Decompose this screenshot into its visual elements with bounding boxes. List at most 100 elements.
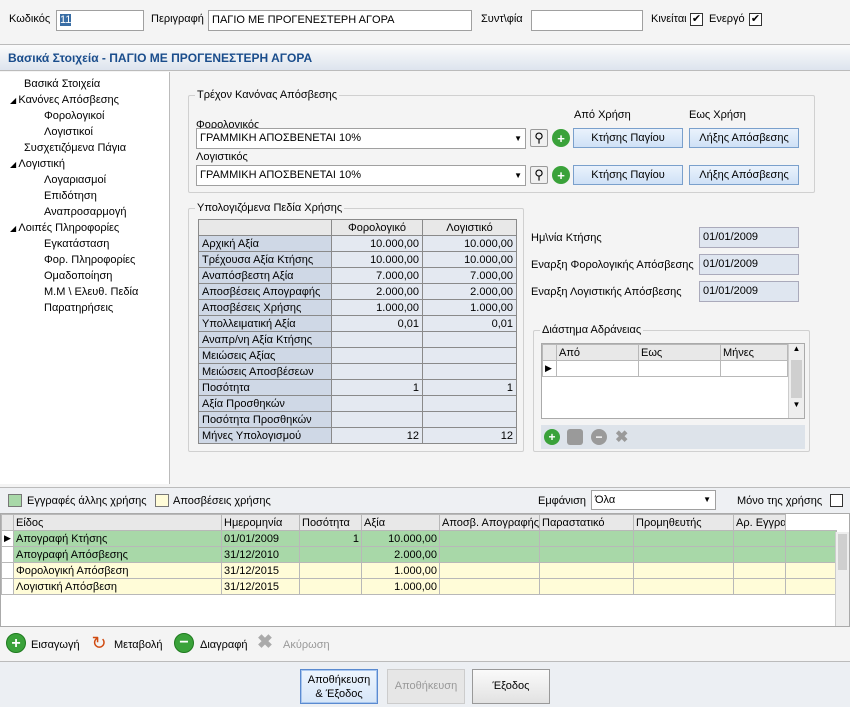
table-cell[interactable] bbox=[299, 578, 362, 595]
table-cell[interactable]: 10.000,00 bbox=[361, 530, 440, 547]
save-button[interactable]: Αποθήκευση bbox=[387, 669, 465, 704]
table-cell[interactable]: 31/12/2015 bbox=[221, 562, 300, 579]
calc-cell[interactable]: 10.000,00 bbox=[331, 235, 423, 252]
calc-cell[interactable]: 2.000,00 bbox=[422, 283, 517, 300]
calc-cell[interactable]: 1.000,00 bbox=[422, 299, 517, 316]
tree-item[interactable]: ◢ Λοιπές Πληροφορίες bbox=[0, 220, 169, 236]
tree-item[interactable]: ◢ Λογιστική bbox=[0, 156, 169, 172]
calc-cell[interactable]: 7.000,00 bbox=[331, 267, 423, 284]
table-cell[interactable] bbox=[633, 530, 734, 547]
calc-cell[interactable]: 10.000,00 bbox=[331, 251, 423, 268]
table-row[interactable]: Φορολογική Απόσβεση 31/12/2015 1.000,00 bbox=[1, 562, 837, 579]
table-cell[interactable] bbox=[733, 530, 786, 547]
calc-cell[interactable]: 7.000,00 bbox=[422, 267, 517, 284]
table-cell[interactable] bbox=[439, 578, 540, 595]
calc-cell[interactable]: 12 bbox=[331, 427, 423, 444]
cancel-button[interactable]: Ακύρωση bbox=[283, 639, 330, 651]
show-select[interactable]: Όλα ▼ bbox=[591, 490, 716, 510]
table-row[interactable]: Απογραφή Απόσβεσης 31/12/2010 2.000,00 bbox=[1, 546, 837, 563]
idle-col-months[interactable]: Μήνες bbox=[720, 344, 788, 361]
calc-cell[interactable]: 10.000,00 bbox=[422, 251, 517, 268]
tree-item[interactable]: ◢ Κανόνες Απόσβεσης bbox=[0, 92, 169, 108]
table-cell[interactable]: 1.000,00 bbox=[361, 578, 440, 595]
search-icon[interactable]: ⚲ bbox=[530, 166, 548, 184]
tree-item[interactable]: Μ.Μ \ Ελευθ. Πεδία bbox=[0, 284, 169, 300]
calc-cell[interactable]: 1 bbox=[331, 379, 423, 396]
calc-cell[interactable]: 1.000,00 bbox=[331, 299, 423, 316]
grid-col[interactable]: Προμηθευτής bbox=[633, 514, 734, 531]
table-cell[interactable]: 31/12/2010 bbox=[221, 546, 300, 563]
calc-cell[interactable] bbox=[331, 331, 423, 348]
grid-col[interactable]: Αξία bbox=[361, 514, 440, 531]
acc-rule-select[interactable]: ΓΡΑΜΜΙΚΗ ΑΠΟΣΒΕΝΕΤΑΙ 10% ▼ bbox=[196, 165, 526, 186]
tree-item[interactable]: Εγκατάσταση bbox=[0, 236, 169, 252]
tree-item[interactable]: Ομαδοποίηση bbox=[0, 268, 169, 284]
table-cell[interactable] bbox=[439, 562, 540, 579]
tree-item[interactable]: Λογαριασμοί bbox=[0, 172, 169, 188]
table-cell[interactable] bbox=[733, 578, 786, 595]
calc-cell[interactable] bbox=[331, 411, 423, 428]
add-icon[interactable]: + bbox=[552, 166, 570, 184]
edit-icon[interactable] bbox=[567, 429, 583, 445]
tree-item[interactable]: Βασικά Στοιχεία bbox=[0, 76, 169, 92]
idle-col-to[interactable]: Εως bbox=[638, 344, 721, 361]
tree-item[interactable]: Συσχετιζόμενα Πάγια bbox=[0, 140, 169, 156]
table-cell[interactable] bbox=[539, 578, 634, 595]
acc-start-field[interactable]: 01/01/2009 bbox=[699, 281, 799, 302]
table-row[interactable]: ▶ Απογραφή Κτήσης 01/01/2009 1 10.000,00 bbox=[1, 530, 837, 547]
change-icon[interactable]: ↻ bbox=[88, 633, 110, 653]
delete-icon[interactable]: − bbox=[174, 633, 194, 653]
calc-cell[interactable] bbox=[422, 395, 517, 412]
tax-start-field[interactable]: 01/01/2009 bbox=[699, 254, 799, 275]
tree-item[interactable]: Αναπροσαρμογή bbox=[0, 204, 169, 220]
search-icon[interactable]: ⚲ bbox=[530, 129, 548, 147]
only-year-checkbox[interactable] bbox=[830, 494, 843, 507]
table-cell[interactable] bbox=[733, 546, 786, 563]
table-cell[interactable] bbox=[539, 530, 634, 547]
table-cell[interactable]: 01/01/2009 bbox=[221, 530, 300, 547]
table-cell[interactable] bbox=[633, 562, 734, 579]
cancel-icon[interactable]: ✖ bbox=[615, 427, 628, 447]
calc-cell[interactable] bbox=[422, 331, 517, 348]
table-cell[interactable] bbox=[633, 578, 734, 595]
table-cell[interactable] bbox=[539, 562, 634, 579]
table-cell[interactable] bbox=[299, 562, 362, 579]
table-cell[interactable]: Απογραφή Κτήσης bbox=[13, 530, 222, 547]
add-icon[interactable]: + bbox=[544, 429, 560, 445]
acc-acquisition-button[interactable]: Κτήσης Παγίου bbox=[573, 165, 683, 185]
energo-checkbox[interactable]: ✔ bbox=[749, 13, 762, 26]
grid-scrollbar[interactable] bbox=[835, 532, 849, 626]
calc-cell[interactable]: 2.000,00 bbox=[331, 283, 423, 300]
exit-button[interactable]: Έξοδος bbox=[472, 669, 550, 704]
grid-col[interactable]: Είδος bbox=[13, 514, 222, 531]
calc-cell[interactable] bbox=[422, 363, 517, 380]
table-cell[interactable]: 31/12/2015 bbox=[221, 578, 300, 595]
tree-item[interactable]: Επιδότηση bbox=[0, 188, 169, 204]
tree-item[interactable]: Φορολογικοί bbox=[0, 108, 169, 124]
table-cell[interactable] bbox=[439, 546, 540, 563]
calc-cell[interactable] bbox=[331, 347, 423, 364]
table-cell[interactable] bbox=[733, 562, 786, 579]
change-button[interactable]: Μεταβολή bbox=[114, 639, 162, 651]
chevron-down-icon[interactable]: ▼ bbox=[789, 400, 804, 414]
cancel-icon[interactable]: ✖ bbox=[257, 631, 273, 654]
acc-expiry-button[interactable]: Λήξης Απόσβεσης bbox=[689, 165, 799, 185]
tree-item[interactable]: Φορ. Πληροφορίες bbox=[0, 252, 169, 268]
calc-cell[interactable] bbox=[331, 395, 423, 412]
table-cell[interactable]: Φορολογική Απόσβεση bbox=[13, 562, 222, 579]
grid-col[interactable]: Αποσβ. Απογραφής bbox=[439, 514, 540, 531]
table-cell[interactable]: Απογραφή Απόσβεσης bbox=[13, 546, 222, 563]
acquisition-date-field[interactable]: 01/01/2009 bbox=[699, 227, 799, 248]
synt-field[interactable] bbox=[531, 10, 643, 31]
tax-expiry-button[interactable]: Λήξης Απόσβεσης bbox=[689, 128, 799, 148]
table-cell[interactable] bbox=[633, 546, 734, 563]
calc-cell[interactable]: 0,01 bbox=[331, 315, 423, 332]
calc-cell[interactable] bbox=[422, 411, 517, 428]
table-cell[interactable]: 2.000,00 bbox=[361, 546, 440, 563]
add-icon[interactable]: + bbox=[552, 129, 570, 147]
table-cell[interactable] bbox=[539, 546, 634, 563]
tax-rule-select[interactable]: ΓΡΑΜΜΙΚΗ ΑΠΟΣΒΕΝΕΤΑΙ 10% ▼ bbox=[196, 128, 526, 149]
tree-item[interactable]: Παρατηρήσεις bbox=[0, 300, 169, 316]
grid-col[interactable]: Αρ. Εγγραφής bbox=[733, 514, 786, 531]
calc-cell[interactable]: 0,01 bbox=[422, 315, 517, 332]
